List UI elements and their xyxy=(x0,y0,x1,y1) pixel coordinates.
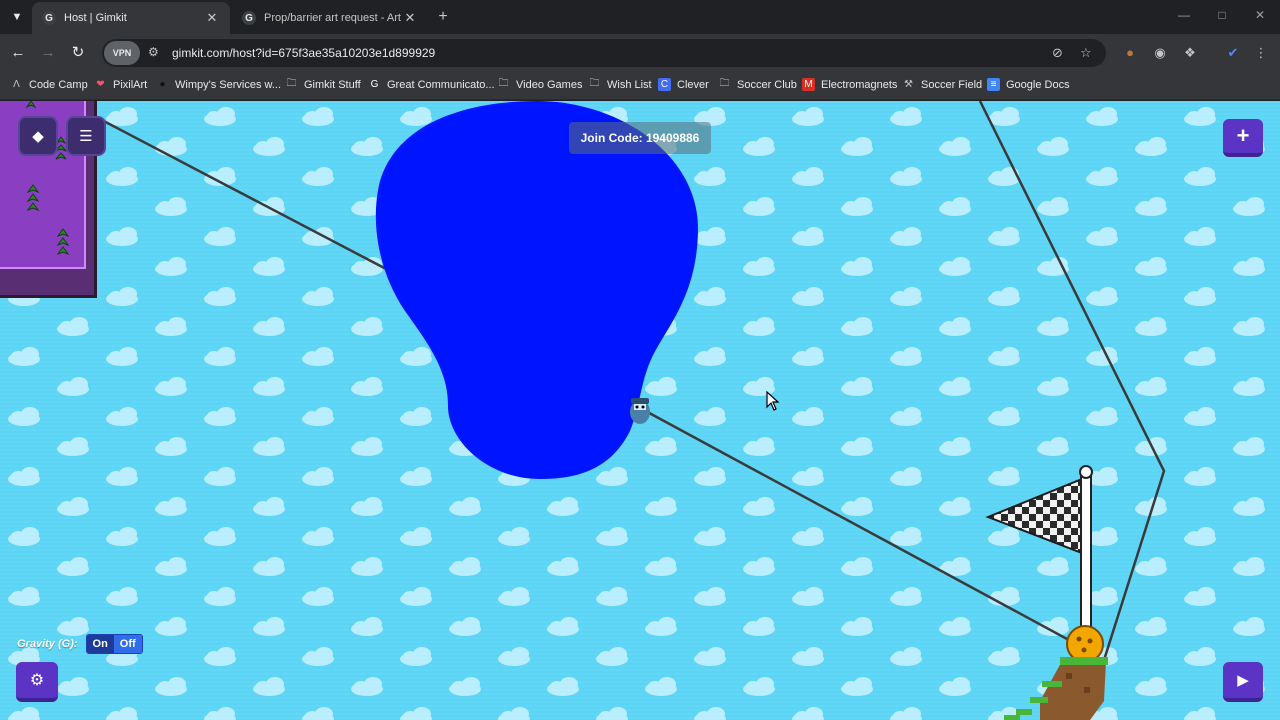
bookmark-gimkit-stuff[interactable]: 🗀 Gimkit Stuff xyxy=(285,78,361,91)
extension-cookie-icon[interactable]: ● xyxy=(1121,45,1139,60)
play-button[interactable]: ▶ xyxy=(1223,662,1263,702)
bookmark-google-docs[interactable]: ≡ Google Docs xyxy=(987,78,1070,91)
eraser-icon: ◆ xyxy=(32,128,44,145)
settings-button[interactable]: ⚙ xyxy=(16,662,58,702)
site-info-icon[interactable]: ⚙ xyxy=(148,45,159,59)
folder-icon: 🗀 xyxy=(719,78,730,89)
extension-grammarly-icon[interactable]: ◉ xyxy=(1151,45,1169,61)
tab-title: Prop/barrier art request - Art - xyxy=(264,12,402,24)
bookmark-soccer-club[interactable]: 🗀 Soccer Club xyxy=(718,78,797,91)
bookmark-label: Google Docs xyxy=(1006,78,1070,91)
layers-button[interactable]: ☰ xyxy=(66,116,106,156)
close-icon[interactable]: ✕ xyxy=(402,10,418,26)
gimkit-favicon-icon: G xyxy=(42,11,56,25)
tools-icon: ⚒ xyxy=(904,79,913,90)
bookmark-label: Great Communicato... xyxy=(387,78,495,91)
gravity-off-button[interactable]: Off xyxy=(113,635,142,653)
reload-icon[interactable]: ↻ xyxy=(68,43,88,63)
bookmark-label: Soccer Field xyxy=(921,78,983,91)
game-canvas[interactable]: ◆ ☰ Join Code: 19409886 + Gravity (G): O… xyxy=(0,101,1280,720)
join-code-badge: Join Code: 19409886 xyxy=(569,122,711,154)
bookmark-label: Wimpy's Services w... xyxy=(175,78,282,91)
player-character xyxy=(630,398,650,424)
url-text[interactable]: gimkit.com/host?id=675f3ae35a10203e1d899… xyxy=(172,46,435,60)
folder-icon: 🗀 xyxy=(589,78,600,89)
back-arrow-icon[interactable]: ← xyxy=(8,43,28,63)
eraser-button[interactable]: ◆ xyxy=(18,116,58,156)
browser-menu-icon[interactable]: ⋮ xyxy=(1252,45,1270,61)
tab-strip: ▼ G Host | Gimkit ✕ G Prop/barrier art r… xyxy=(0,0,1280,34)
minimize-icon[interactable]: — xyxy=(1174,8,1194,22)
code-camp-icon: Λ xyxy=(13,79,20,90)
mouse-cursor-icon xyxy=(766,391,780,411)
tracking-blocked-icon[interactable]: ⊘ xyxy=(1052,45,1063,61)
plus-icon: + xyxy=(1236,123,1250,148)
heart-icon: ❤ xyxy=(96,79,105,90)
gravity-toggle[interactable]: On Off xyxy=(85,634,143,654)
browser-toolbar: ← → ↻ VPN ⚙ gimkit.com/host?id=675f3ae35… xyxy=(0,34,1280,72)
bookmark-label: Video Games xyxy=(516,78,583,91)
docs-icon: ≡ xyxy=(987,78,1000,91)
m-icon: M xyxy=(802,78,815,91)
gravity-control: Gravity (G): On Off xyxy=(17,634,143,654)
layers-icon: ☰ xyxy=(79,128,93,145)
gimkit-favicon-icon: G xyxy=(242,11,256,25)
tab-search-button[interactable]: ▼ xyxy=(6,6,28,28)
bookmark-label: Wish List xyxy=(607,78,652,91)
folder-icon: 🗀 xyxy=(498,78,509,89)
forward-arrow-icon[interactable]: → xyxy=(38,43,58,63)
google-icon: G xyxy=(370,79,379,90)
gravity-on-button[interactable]: On xyxy=(86,635,114,653)
clever-icon: C xyxy=(658,78,671,91)
tab-prop-barrier-art-request[interactable]: G Prop/barrier art request - Art - ✕ xyxy=(232,2,428,34)
bookmark-label: Electromagnets xyxy=(821,78,898,91)
bookmark-electromagnets[interactable]: M Electromagnets xyxy=(802,78,897,91)
tab-title: Host | Gimkit xyxy=(64,12,127,24)
gravity-label: Gravity (G): xyxy=(17,638,78,650)
gear-icon: ⚙ xyxy=(29,672,45,689)
address-bar[interactable]: VPN ⚙ gimkit.com/host?id=675f3ae35a10203… xyxy=(102,39,1106,67)
tab-host-gimkit[interactable]: G Host | Gimkit ✕ xyxy=(32,2,230,34)
bookmark-label: Gimkit Stuff xyxy=(304,78,361,91)
new-tab-plus-icon[interactable]: + xyxy=(434,8,452,26)
add-device-button[interactable]: + xyxy=(1223,119,1263,157)
game-world xyxy=(0,101,1280,720)
bookmark-label: Soccer Club xyxy=(737,78,797,91)
window-close-icon[interactable]: ✕ xyxy=(1250,8,1270,22)
chevron-down-icon: ▼ xyxy=(11,11,23,23)
bookmark-label: PixilArt xyxy=(113,78,148,91)
extensions-puzzle-icon[interactable]: ❖ xyxy=(1181,45,1199,61)
bookmark-soccer-field[interactable]: ⚒ Soccer Field xyxy=(902,78,982,91)
bookmark-wimpys-services[interactable]: ● Wimpy's Services w... xyxy=(156,78,281,91)
bookmark-great-communicato[interactable]: G Great Communicato... xyxy=(368,78,495,91)
folder-icon: 🗀 xyxy=(286,78,297,89)
bookmark-code-camp[interactable]: Λ Code Camp xyxy=(10,78,88,91)
profile-check-icon[interactable]: ✔ xyxy=(1224,45,1242,61)
join-code-text: Join Code: 19409886 xyxy=(580,131,700,145)
bookmark-label: Clever xyxy=(677,78,709,91)
maximize-icon[interactable]: □ xyxy=(1212,8,1232,22)
bookmark-clever[interactable]: C Clever xyxy=(658,78,709,91)
bookmark-star-icon[interactable]: ☆ xyxy=(1080,45,1092,61)
vpn-icon[interactable]: VPN xyxy=(104,41,140,65)
bookmark-pixilart[interactable]: ❤ PixilArt xyxy=(94,78,147,91)
close-icon[interactable]: ✕ xyxy=(204,10,220,26)
play-icon: ▶ xyxy=(1237,672,1249,689)
bookmark-video-games[interactable]: 🗀 Video Games xyxy=(497,78,583,91)
circle-icon: ● xyxy=(159,79,166,90)
bookmark-wish-list[interactable]: 🗀 Wish List xyxy=(588,78,652,91)
bookmark-label: Code Camp xyxy=(29,78,88,91)
bookmarks-bar: Λ Code Camp ❤ PixilArt ● Wimpy's Service… xyxy=(0,72,1280,100)
